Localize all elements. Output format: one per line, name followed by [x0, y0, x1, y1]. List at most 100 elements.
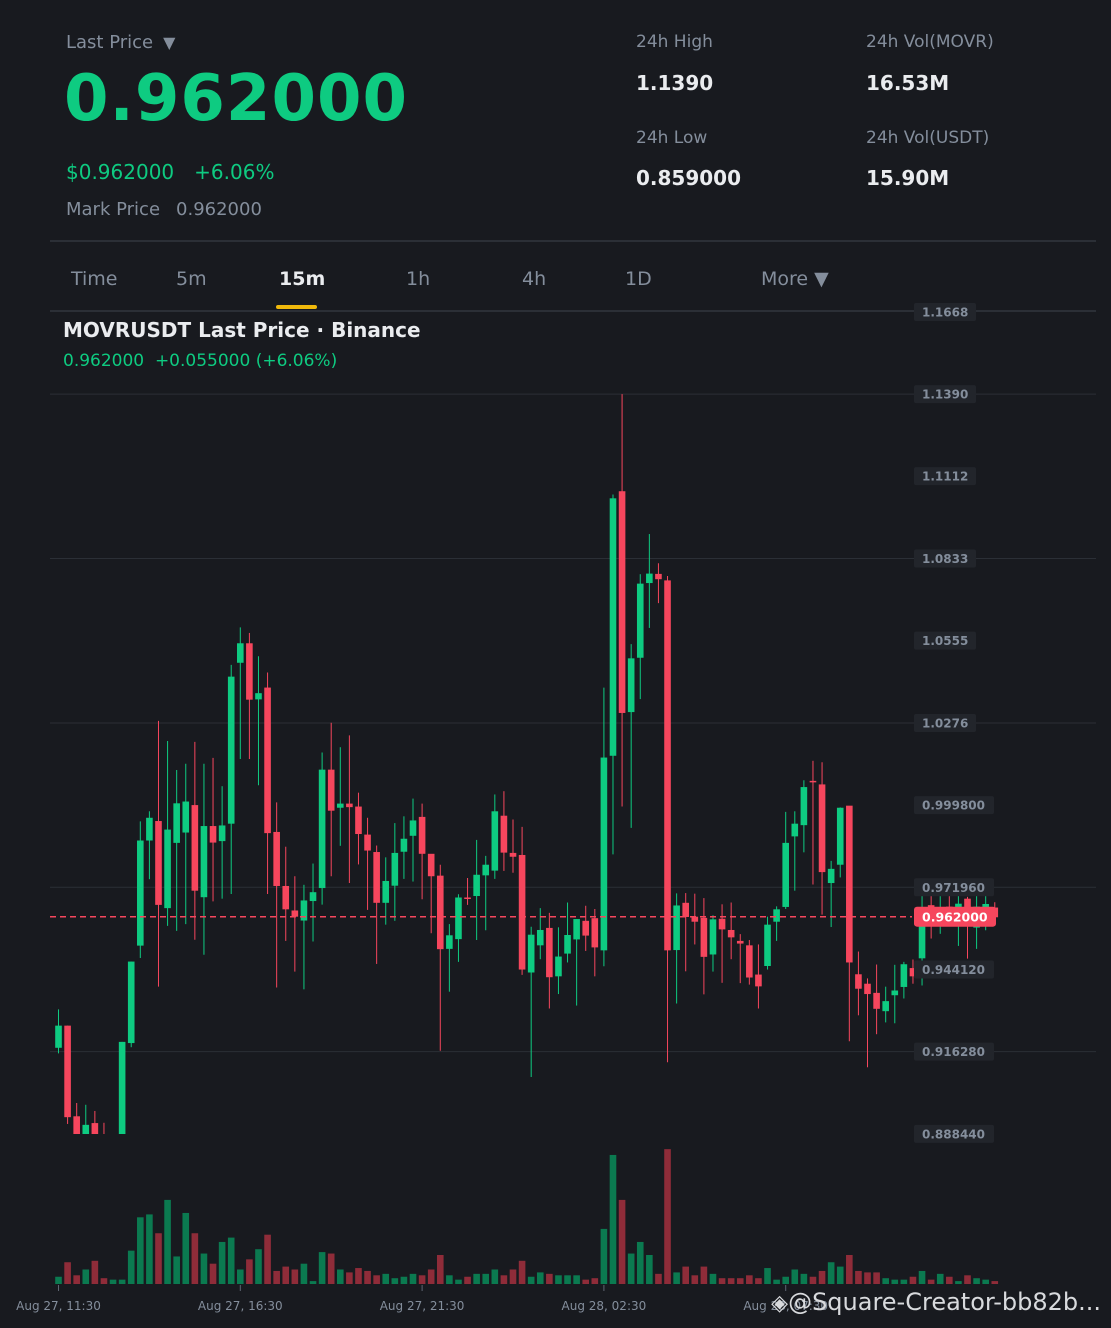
volume-bar — [55, 1276, 62, 1284]
volume-bar — [982, 1279, 989, 1284]
volume-bar — [327, 1253, 335, 1284]
candle-body — [900, 964, 908, 987]
volume-bar — [636, 1241, 644, 1284]
candle-body — [627, 658, 635, 713]
volume-bar — [255, 1249, 262, 1284]
volume-bar — [227, 1237, 235, 1284]
volume-bar — [591, 1278, 599, 1284]
candle-body — [64, 1025, 71, 1118]
candle-body — [846, 805, 853, 963]
candlestick-chart[interactable]: 1.1668 1.1390 1.1112 1.0833 1.0555 1.0276 0.99… — [0, 0, 1111, 1328]
volume-bar — [400, 1276, 408, 1284]
candle-body — [182, 801, 190, 833]
volume-bar — [527, 1276, 535, 1284]
volume-bar — [309, 1281, 317, 1284]
volume-bar — [891, 1279, 899, 1284]
candle-body — [700, 917, 708, 957]
volume-bar — [455, 1279, 462, 1284]
candle-body — [173, 803, 180, 843]
y-tick-label: 1.0555 — [922, 634, 968, 648]
volume-bar — [436, 1255, 444, 1284]
volume-bar — [918, 1270, 926, 1284]
candle-body — [582, 920, 590, 936]
candle-body — [664, 580, 671, 951]
volume-bar — [755, 1278, 762, 1284]
volume-bar — [364, 1270, 371, 1284]
volume-bar — [300, 1263, 308, 1284]
volume-bar — [700, 1266, 708, 1284]
volume-bar — [64, 1262, 71, 1284]
volume-bar — [573, 1275, 580, 1284]
candle-body — [527, 934, 535, 973]
candle-body — [718, 918, 726, 930]
x-tick-label: Aug 27, 11:30 — [16, 1299, 101, 1313]
candle-body — [791, 823, 799, 837]
volume-bar — [709, 1273, 717, 1284]
volume-bar — [882, 1278, 889, 1284]
volume-bar — [846, 1255, 853, 1284]
volume-bar — [191, 1233, 199, 1284]
candles-group — [55, 394, 999, 1134]
y-tick-label: 0.888440 — [922, 1127, 985, 1141]
candle-body — [555, 956, 562, 977]
volume-bar — [355, 1268, 362, 1284]
volume-bar — [736, 1278, 744, 1284]
candle-body — [300, 900, 308, 921]
volume-bar — [146, 1214, 153, 1284]
chart-sub-price: 0.962000 — [63, 351, 145, 371]
volume-bar — [482, 1273, 490, 1284]
volume-bar — [382, 1273, 390, 1284]
candle-body — [646, 573, 653, 584]
volume-bar — [373, 1275, 380, 1284]
chart-subtitle: 0.962000 +0.055000 (+6.06%) — [63, 351, 337, 371]
candle-body — [536, 929, 544, 946]
candle-body — [164, 829, 171, 909]
volume-bar — [746, 1275, 753, 1284]
candle-body — [464, 897, 471, 899]
volume-bar — [873, 1272, 880, 1284]
volume-bar — [264, 1234, 271, 1284]
candle-body — [309, 892, 317, 902]
candle-body — [400, 838, 408, 852]
candle-body — [882, 1001, 889, 1012]
volume-bar — [273, 1270, 280, 1284]
candle-body — [773, 909, 780, 922]
y-tick-label: 1.1668 — [922, 306, 968, 320]
candle-body — [137, 840, 144, 946]
candle-body — [436, 875, 444, 950]
candle-body — [446, 935, 453, 949]
candle-body — [636, 583, 644, 658]
candle-body — [800, 787, 808, 826]
volume-bar — [655, 1273, 662, 1284]
volume-bar — [836, 1266, 844, 1284]
candle-body — [191, 805, 199, 891]
candle-body — [282, 885, 290, 910]
volume-bar — [809, 1276, 817, 1284]
candle-body — [427, 853, 435, 877]
candle-body — [418, 816, 426, 854]
volume-bar — [246, 1259, 253, 1284]
candle-body — [291, 910, 299, 917]
volume-bar — [973, 1278, 980, 1284]
candle-body — [209, 826, 217, 843]
candle-body — [755, 974, 762, 987]
candle-body — [564, 934, 571, 954]
y-tick-label: 1.0276 — [922, 717, 968, 731]
volume-bar — [500, 1275, 508, 1284]
y-tick-label: 1.1390 — [922, 388, 968, 402]
candle-body — [327, 769, 335, 811]
volume-bar — [518, 1260, 526, 1284]
volume-bar — [773, 1279, 780, 1284]
y-tick-label: 0.999800 — [922, 799, 985, 813]
current-price-label: 0.962000 — [922, 910, 988, 925]
candle-body — [746, 945, 753, 978]
y-tick-label: 0.971960 — [922, 881, 985, 895]
volume-bar — [864, 1272, 871, 1284]
candle-body — [818, 784, 826, 873]
volume-bar — [764, 1268, 771, 1284]
volume-bar — [291, 1269, 299, 1284]
volume-bar — [936, 1273, 944, 1284]
volume-bar — [900, 1279, 908, 1284]
volume-bar — [200, 1253, 208, 1284]
chart-sub-change: +0.055000 (+6.06%) — [154, 351, 338, 371]
